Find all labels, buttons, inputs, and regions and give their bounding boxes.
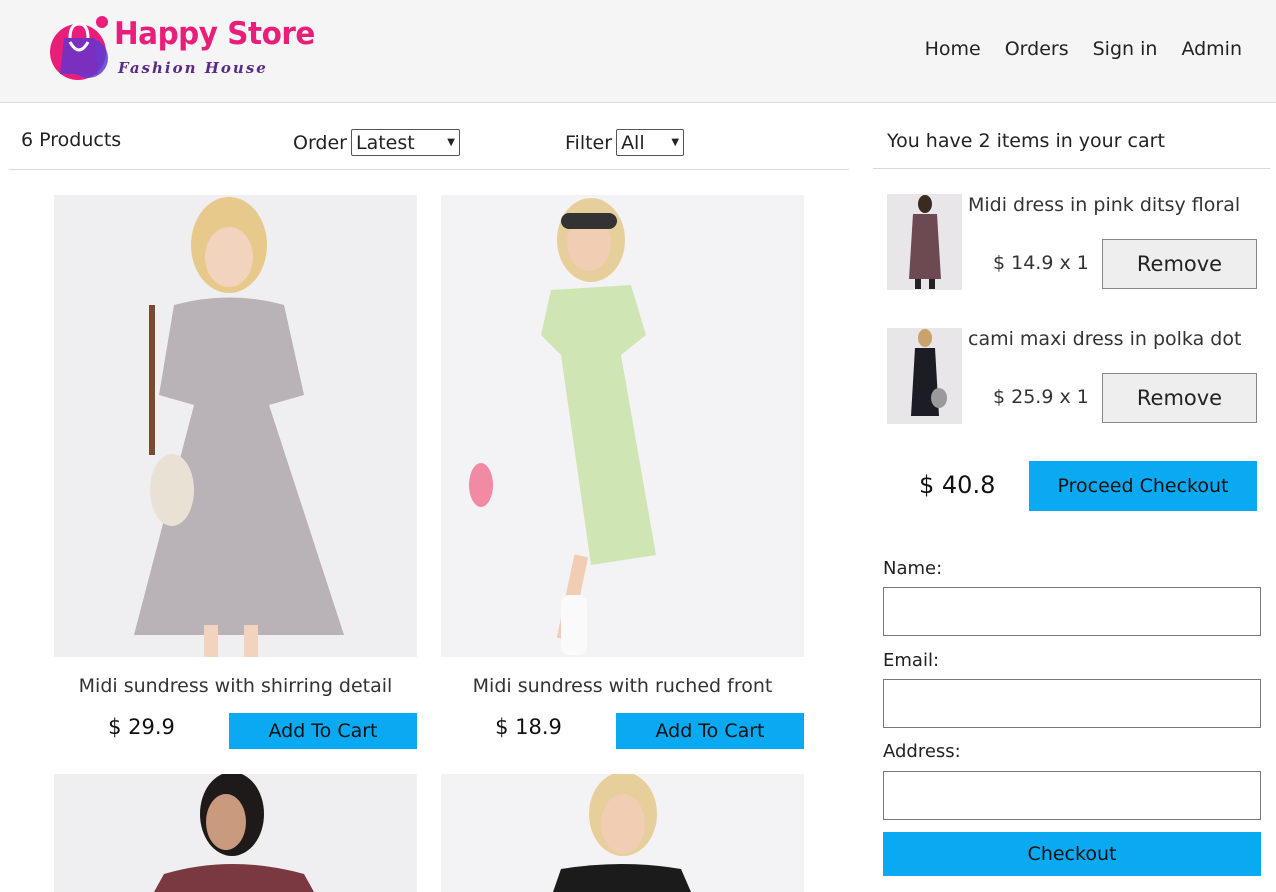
remove-button[interactable]: Remove	[1102, 239, 1257, 289]
product-card: Midi sundress with shirring detail $ 29.…	[54, 195, 417, 755]
cart-item-price-qty: $ 14.9 x 1	[993, 252, 1089, 274]
add-to-cart-button[interactable]: Add To Cart	[616, 713, 804, 749]
cart-item: cami maxi dress in polka dot $ 25.9 x 1 …	[887, 328, 1263, 424]
product-title[interactable]: Midi sundress with shirring detail	[54, 675, 417, 697]
cart-panel: You have 2 items in your cart Midi dress…	[873, 103, 1276, 892]
main-nav: Home Orders Sign in Admin	[925, 38, 1242, 60]
order-select-value: Latest	[356, 131, 415, 154]
dress-figure-icon	[441, 195, 804, 657]
product-count: 6 Products	[21, 129, 122, 151]
cart-total: $ 40.8	[919, 471, 996, 499]
product-card	[54, 774, 417, 892]
address-field[interactable]	[883, 771, 1261, 820]
cart-item-thumbnail	[887, 328, 962, 424]
filter-select[interactable]: All ▼	[616, 129, 685, 156]
filter-label: Filter	[565, 131, 613, 154]
site-header: Happy Store Fashion House Home Orders Si…	[0, 0, 1276, 103]
filter-control: Filter All ▼	[565, 129, 685, 156]
product-price: $ 29.9	[108, 715, 175, 739]
cart-item: Midi dress in pink ditsy floral $ 14.9 x…	[887, 194, 1263, 290]
order-label: Order	[293, 131, 347, 154]
cart-item-name: cami maxi dress in polka dot	[968, 328, 1242, 350]
product-image[interactable]	[54, 774, 417, 892]
email-field[interactable]	[883, 679, 1261, 728]
product-image[interactable]	[441, 774, 804, 892]
chevron-down-icon: ▼	[447, 137, 455, 148]
product-image[interactable]	[54, 195, 417, 657]
chevron-down-icon: ▼	[671, 137, 680, 148]
nav-sign-in[interactable]: Sign in	[1093, 38, 1158, 60]
product-title[interactable]: Midi sundress with ruched front	[441, 675, 804, 697]
shopping-bag-icon	[50, 16, 108, 80]
email-label: Email:	[883, 650, 940, 671]
product-card	[441, 774, 804, 892]
dress-figure-icon	[54, 195, 417, 657]
checkout-button[interactable]: Checkout	[883, 832, 1261, 876]
product-price: $ 18.9	[495, 715, 562, 739]
store-logo[interactable]: Happy Store Fashion House	[48, 14, 315, 84]
cart-item-name: Midi dress in pink ditsy floral	[968, 194, 1241, 216]
products-toolbar: 6 Products Order Latest ▼ Filter All ▼	[9, 103, 849, 170]
proceed-checkout-button[interactable]: Proceed Checkout	[1029, 461, 1257, 511]
address-label: Address:	[883, 741, 961, 762]
product-card: Midi sundress with ruched front $ 18.9 A…	[441, 195, 804, 755]
filter-select-value: All	[621, 131, 645, 154]
dress-figure-icon	[441, 774, 804, 892]
dress-figure-icon	[54, 774, 417, 892]
add-to-cart-button[interactable]: Add To Cart	[229, 713, 417, 749]
remove-button[interactable]: Remove	[1102, 373, 1257, 423]
name-label: Name:	[883, 558, 943, 579]
logo-subtitle: Fashion House	[118, 59, 268, 77]
nav-admin[interactable]: Admin	[1181, 38, 1242, 60]
nav-home[interactable]: Home	[925, 38, 981, 60]
dress-figure-icon	[887, 194, 962, 290]
product-image[interactable]	[441, 195, 804, 657]
order-control: Order Latest ▼	[293, 129, 460, 156]
cart-header: You have 2 items in your cart	[873, 103, 1270, 169]
cart-item-thumbnail	[887, 194, 962, 290]
dress-figure-icon	[887, 328, 962, 424]
nav-orders[interactable]: Orders	[1005, 38, 1069, 60]
cart-summary: You have 2 items in your cart	[887, 130, 1165, 152]
logo-title: Happy Store	[114, 16, 315, 52]
name-field[interactable]	[883, 587, 1261, 636]
order-select[interactable]: Latest ▼	[351, 129, 460, 156]
cart-item-price-qty: $ 25.9 x 1	[993, 386, 1089, 408]
